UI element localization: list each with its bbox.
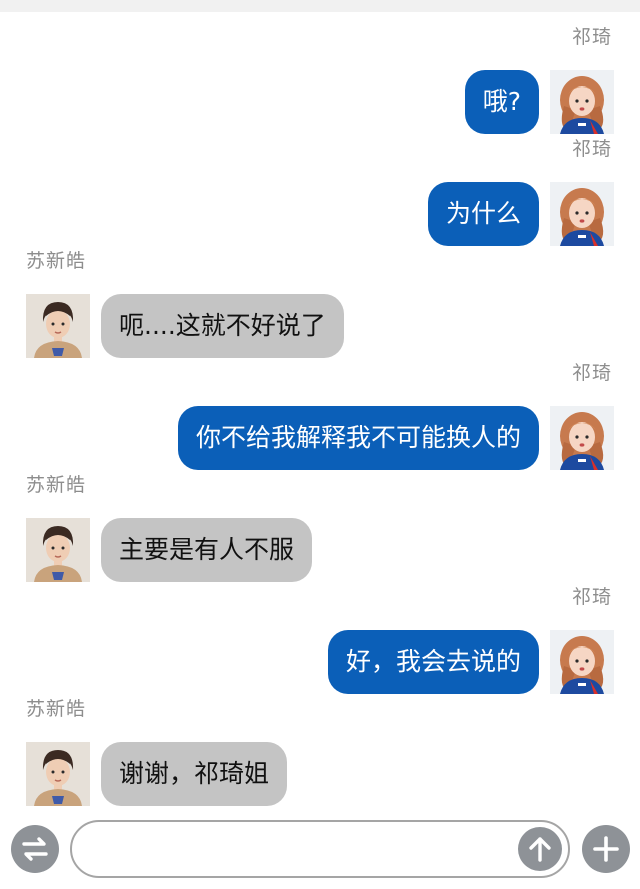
message-bubble-outgoing[interactable]: 哦? bbox=[464, 70, 539, 134]
message-bubble-incoming[interactable]: 主要是有人不服 bbox=[101, 518, 313, 582]
avatar-suxinhao[interactable] bbox=[26, 294, 90, 358]
avatar-qiqi[interactable] bbox=[550, 70, 614, 134]
sender-name: 苏新皓 bbox=[26, 474, 87, 496]
send-button[interactable] bbox=[518, 827, 562, 871]
avatar-suxinhao[interactable] bbox=[26, 518, 90, 582]
sender-name: 祁琦 bbox=[571, 586, 612, 608]
avatar-qiqi[interactable] bbox=[550, 630, 614, 694]
input-bar bbox=[0, 808, 640, 889]
sender-name: 祁琦 bbox=[571, 138, 612, 160]
sender-name: 祁琦 bbox=[571, 26, 612, 48]
message-row: 祁琦 你不给我解释我不可能换人的 bbox=[0, 360, 640, 478]
message-bubble-incoming[interactable]: 谢谢，祁琦姐 bbox=[101, 742, 288, 806]
plus-button[interactable] bbox=[582, 825, 630, 873]
message-input[interactable] bbox=[70, 820, 570, 878]
swap-button[interactable] bbox=[11, 825, 59, 873]
top-status-strip bbox=[0, 0, 640, 12]
plus-icon bbox=[593, 836, 619, 862]
message-bubble-outgoing[interactable]: 你不给我解释我不可能换人的 bbox=[177, 406, 539, 470]
swap-icon bbox=[22, 837, 48, 861]
send-arrow-icon bbox=[529, 837, 551, 862]
message-bubble-incoming[interactable]: 呃....这就不好说了 bbox=[101, 294, 344, 358]
avatar-suxinhao[interactable] bbox=[26, 742, 90, 806]
avatar-qiqi[interactable] bbox=[550, 406, 614, 470]
message-row: 苏新皓 主要是有人不服 bbox=[0, 472, 640, 590]
message-row: 祁琦 好，我会去说的 bbox=[0, 584, 640, 702]
sender-name: 苏新皓 bbox=[26, 250, 87, 272]
message-row: 祁琦 哦? bbox=[0, 24, 640, 142]
message-row: 祁琦 为什么 bbox=[0, 136, 640, 254]
message-row: 苏新皓 谢谢，祁琦姐 bbox=[0, 696, 640, 814]
message-bubble-outgoing[interactable]: 为什么 bbox=[427, 182, 539, 246]
chat-area[interactable]: 祁琦 哦? 祁琦 为什么 苏新皓 呃....这就不好说了 祁琦 你不给我解释我不… bbox=[0, 12, 640, 808]
message-bubble-outgoing[interactable]: 好，我会去说的 bbox=[327, 630, 539, 694]
sender-name: 苏新皓 bbox=[26, 698, 87, 720]
sender-name: 祁琦 bbox=[571, 362, 612, 384]
avatar-qiqi[interactable] bbox=[550, 182, 614, 246]
message-row: 苏新皓 呃....这就不好说了 bbox=[0, 248, 640, 366]
